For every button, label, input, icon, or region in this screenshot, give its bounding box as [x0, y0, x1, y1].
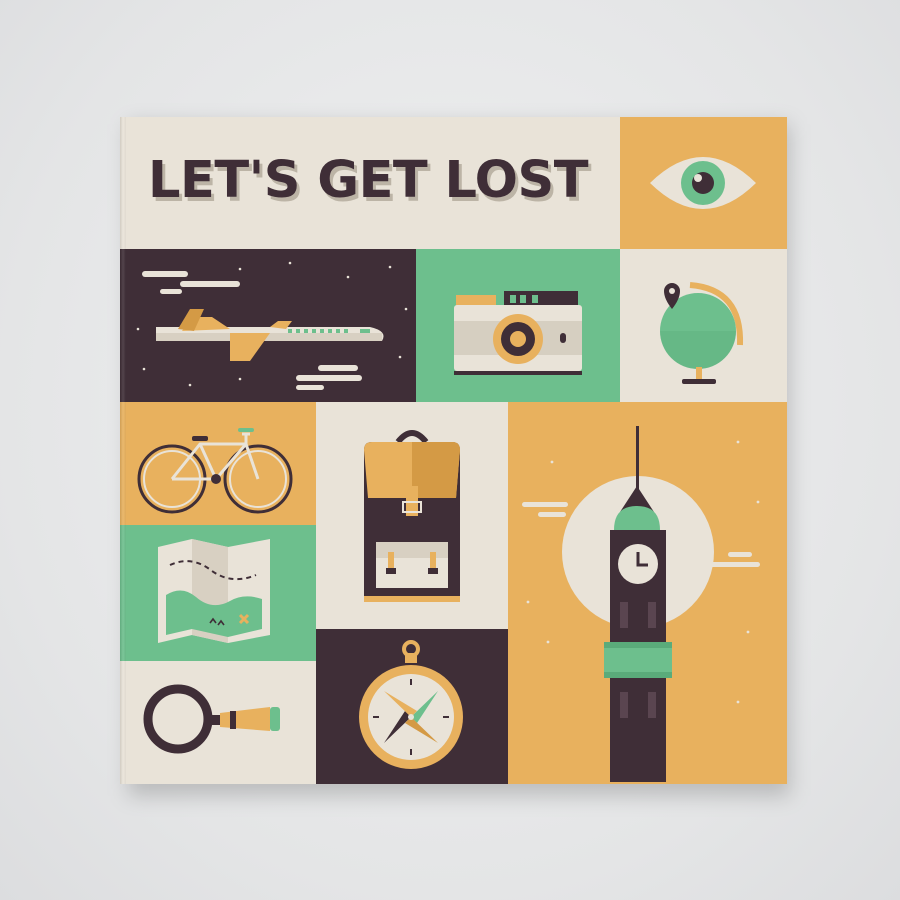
eye-icon: [650, 157, 756, 209]
globe-tile: [620, 249, 787, 402]
title-tile: LET'S GET LOST: [120, 117, 620, 249]
backdrop: LET'S GET LOST: [0, 0, 900, 900]
bicycle-icon: [137, 428, 293, 514]
compass-tile: [316, 629, 508, 784]
compass-icon: [359, 640, 463, 769]
camera-icon: [454, 291, 582, 375]
globe-icon: [660, 282, 744, 384]
cover-title: LET'S GET LOST: [148, 155, 589, 206]
big-ben-icon: [522, 426, 760, 782]
map-icon: [158, 539, 270, 643]
magnifier-tile: [120, 661, 316, 784]
big-ben-tile: [508, 402, 787, 784]
bicycle-tile: [120, 402, 316, 525]
magnifying-glass-icon: [143, 684, 280, 754]
camera-tile: [416, 249, 620, 402]
book-cover: LET'S GET LOST: [120, 117, 787, 784]
cover-title-text: LET'S GET LOST: [148, 151, 589, 210]
map-tile: [120, 525, 316, 661]
backpack-tile: [316, 402, 508, 629]
airplane-icon: [136, 261, 408, 390]
eye-tile: [620, 117, 787, 249]
backpack-icon: [364, 430, 460, 602]
airplane-tile: [120, 249, 416, 402]
